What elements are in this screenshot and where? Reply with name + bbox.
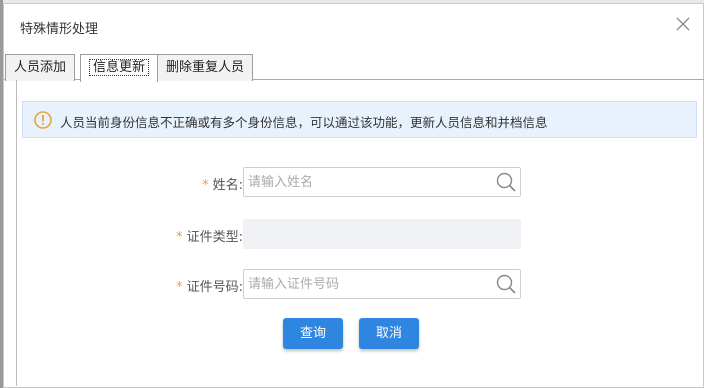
tab-add-person[interactable]: 人员添加 [5,54,76,81]
tab-content: 人员当前身份信息不正确或有多个身份信息，可以通过该功能，更新人员信息和并档信息 … [16,80,704,386]
name-input[interactable] [244,168,490,196]
search-icon[interactable] [495,171,517,193]
required-mark: * [202,178,209,193]
search-icon[interactable] [495,273,517,295]
id-number-label: * 证件号码: [176,280,243,295]
close-icon[interactable] [675,16,691,32]
notice-text: 人员当前身份信息不正确或有多个身份信息，可以通过该功能，更新人员信息和并档信息 [60,115,548,130]
special-case-dialog: 特殊情形处理 人员添加 信息更新 删除重复人员 人员当前身份信息不正确或有多个身… [3,3,704,388]
id-type-select[interactable] [243,219,521,249]
id-number-row: * 证件号码: [17,269,704,299]
name-field [243,167,521,197]
name-row: * 姓名: [17,167,704,197]
dialog-title: 特殊情形处理 [20,22,99,37]
tab-label: 信息更新 [89,59,150,76]
page: 特殊情形处理 人员添加 信息更新 删除重复人员 人员当前身份信息不正确或有多个身… [0,0,704,388]
tab-label: 人员添加 [14,60,67,75]
tab-info-update[interactable]: 信息更新 [80,54,159,82]
warning-circle-icon [34,111,52,129]
required-mark: * [176,230,183,245]
id-type-row: * 证件类型: [17,219,704,249]
id-number-input[interactable] [244,270,490,298]
tab-delete-duplicates[interactable]: 删除重复人员 [157,54,254,81]
id-type-label: * 证件类型: [176,230,243,245]
tab-label: 删除重复人员 [166,60,245,75]
id-number-field [243,269,521,299]
tab-bar: 人员添加 信息更新 删除重复人员 [4,52,704,82]
name-label: * 姓名: [202,178,243,193]
query-button[interactable]: 查询 [283,318,343,349]
required-mark: * [176,280,183,295]
cancel-button[interactable]: 取消 [359,318,419,349]
info-notice: 人员当前身份信息不正确或有多个身份信息，可以通过该功能，更新人员信息和并档信息 [22,101,697,138]
